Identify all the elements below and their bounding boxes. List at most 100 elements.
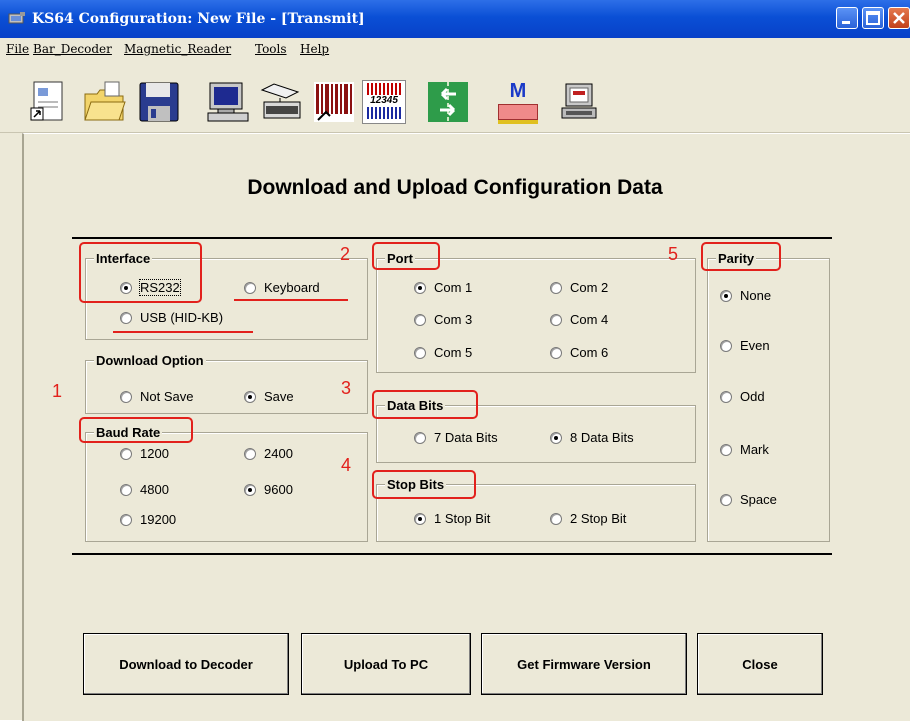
annotation-number-1: 1 [52,381,63,401]
interface-usb-radio[interactable]: USB (HID-KB) [120,310,223,325]
annotation-interface-box [79,242,202,303]
parity-even-label: Even [740,338,770,353]
menu-file[interactable]: File [6,42,29,56]
upload-to-pc-button[interactable]: Upload To PC [301,633,471,695]
annotation-number-3: 3 [341,378,352,398]
port-com2-radio[interactable]: Com 2 [550,280,608,295]
radio-dot [414,346,426,359]
title-bar[interactable]: KS64 Configuration: New File - [Transmit… [0,0,910,38]
port-com5-radio[interactable]: Com 5 [414,345,472,360]
computer-icon[interactable] [206,80,250,124]
data-bits-7-radio[interactable]: 7 Data Bits [414,430,498,445]
bottom-divider [72,553,832,555]
annotation-usb-underline [113,331,253,333]
port-com4-radio[interactable]: Com 4 [550,312,608,327]
radio-dot-selected [414,512,426,525]
port-com2-label: Com 2 [570,280,609,295]
radio-dot [414,313,426,326]
save-disk-icon[interactable] [137,80,181,124]
data-bits-8-radio[interactable]: 8 Data Bits [550,430,634,445]
interface-keyboard-radio[interactable]: Keyboard [244,280,320,295]
download-not-save-radio[interactable]: Not Save [120,389,193,404]
radio-dot [244,281,256,294]
stop-bits-1-label: 1 Stop Bit [434,511,491,526]
top-divider [72,237,832,239]
baud-9600-radio[interactable]: 9600 [244,482,293,497]
radio-dot-selected [720,289,732,302]
terminal-icon[interactable] [558,80,602,124]
annotation-data-bits-box [372,390,478,419]
parity-mark-label: Mark [740,442,769,457]
radio-dot-selected [244,483,256,496]
menu-magnetic-reader[interactable]: Magnetic_Reader [124,42,231,56]
radio-dot [244,447,256,460]
radio-dot [720,390,732,403]
parity-odd-label: Odd [740,389,765,404]
minimize-icon [842,21,850,24]
parity-mark-radio[interactable]: Mark [720,442,769,457]
close-button[interactable]: Close [697,633,823,695]
app-icon [8,12,25,24]
annotation-parity-box [701,242,781,271]
new-file-icon[interactable] [28,80,72,124]
parity-none-radio[interactable]: None [720,288,771,303]
download-save-radio[interactable]: Save [244,389,294,404]
download-save-label: Save [264,389,294,404]
annotation-keyboard-underline [234,299,348,301]
radio-dot [120,513,132,526]
parity-even-radio[interactable]: Even [720,338,770,353]
radio-dot [720,493,732,506]
get-firmware-version-button[interactable]: Get Firmware Version [481,633,687,695]
baud-1200-radio[interactable]: 1200 [120,446,169,461]
data-bits-8-label: 8 Data Bits [570,430,634,445]
magnetic-card-icon[interactable]: M [496,80,540,124]
port-com5-label: Com 5 [434,345,473,360]
close-window-button[interactable] [888,7,910,29]
minimize-button[interactable] [836,7,858,29]
baud-19200-radio[interactable]: 19200 [120,512,176,527]
annotation-stop-bits-box [372,470,476,499]
stop-bits-1-radio[interactable]: 1 Stop Bit [414,511,490,526]
menu-bar: File Bar_Decoder Magnetic_Reader Tools H… [0,38,910,62]
barcode-numbers-icon[interactable]: 12345 [362,80,406,124]
window-title: KS64 Configuration: New File - [Transmit… [32,11,365,27]
transmit-arrows-icon[interactable] [426,80,470,124]
baud-1200-label: 1200 [140,446,169,461]
menu-tools[interactable]: Tools [255,42,287,56]
parity-odd-radio[interactable]: Odd [720,389,765,404]
radio-dot [120,483,132,496]
radio-dot [550,512,562,525]
menu-help[interactable]: Help [300,42,329,56]
baud-2400-label: 2400 [264,446,293,461]
menu-bar-decoder[interactable]: Bar_Decoder [33,42,112,56]
close-icon [893,12,905,24]
baud-2400-radio[interactable]: 2400 [244,446,293,461]
baud-9600-label: 9600 [264,482,293,497]
port-com3-radio[interactable]: Com 3 [414,312,472,327]
parity-none-label: None [740,288,772,303]
parity-space-label: Space [740,492,777,507]
baud-4800-radio[interactable]: 4800 [120,482,169,497]
port-com4-label: Com 4 [570,312,609,327]
barcode-icon[interactable] [312,80,356,124]
radio-dot-selected [414,281,426,294]
annotation-number-2: 2 [340,244,351,264]
port-com3-label: Com 3 [434,312,473,327]
open-folder-icon[interactable] [83,80,127,124]
parity-space-radio[interactable]: Space [720,492,777,507]
annotation-baud-rate-box [79,417,193,443]
radio-dot-selected [550,431,562,444]
port-com6-radio[interactable]: Com 6 [550,345,608,360]
download-option-label: Download Option [94,353,206,368]
keyboard-wedge-icon[interactable] [258,80,302,124]
port-com6-label: Com 6 [570,345,609,360]
maximize-button[interactable] [862,7,884,29]
radio-dot [720,339,732,352]
annotation-port-box [372,242,440,270]
radio-dot [720,443,732,456]
data-bits-7-label: 7 Data Bits [434,430,498,445]
download-to-decoder-button[interactable]: Download to Decoder [83,633,289,695]
stop-bits-2-radio[interactable]: 2 Stop Bit [550,511,626,526]
radio-dot [550,346,562,359]
port-com1-radio[interactable]: Com 1 [414,280,472,295]
